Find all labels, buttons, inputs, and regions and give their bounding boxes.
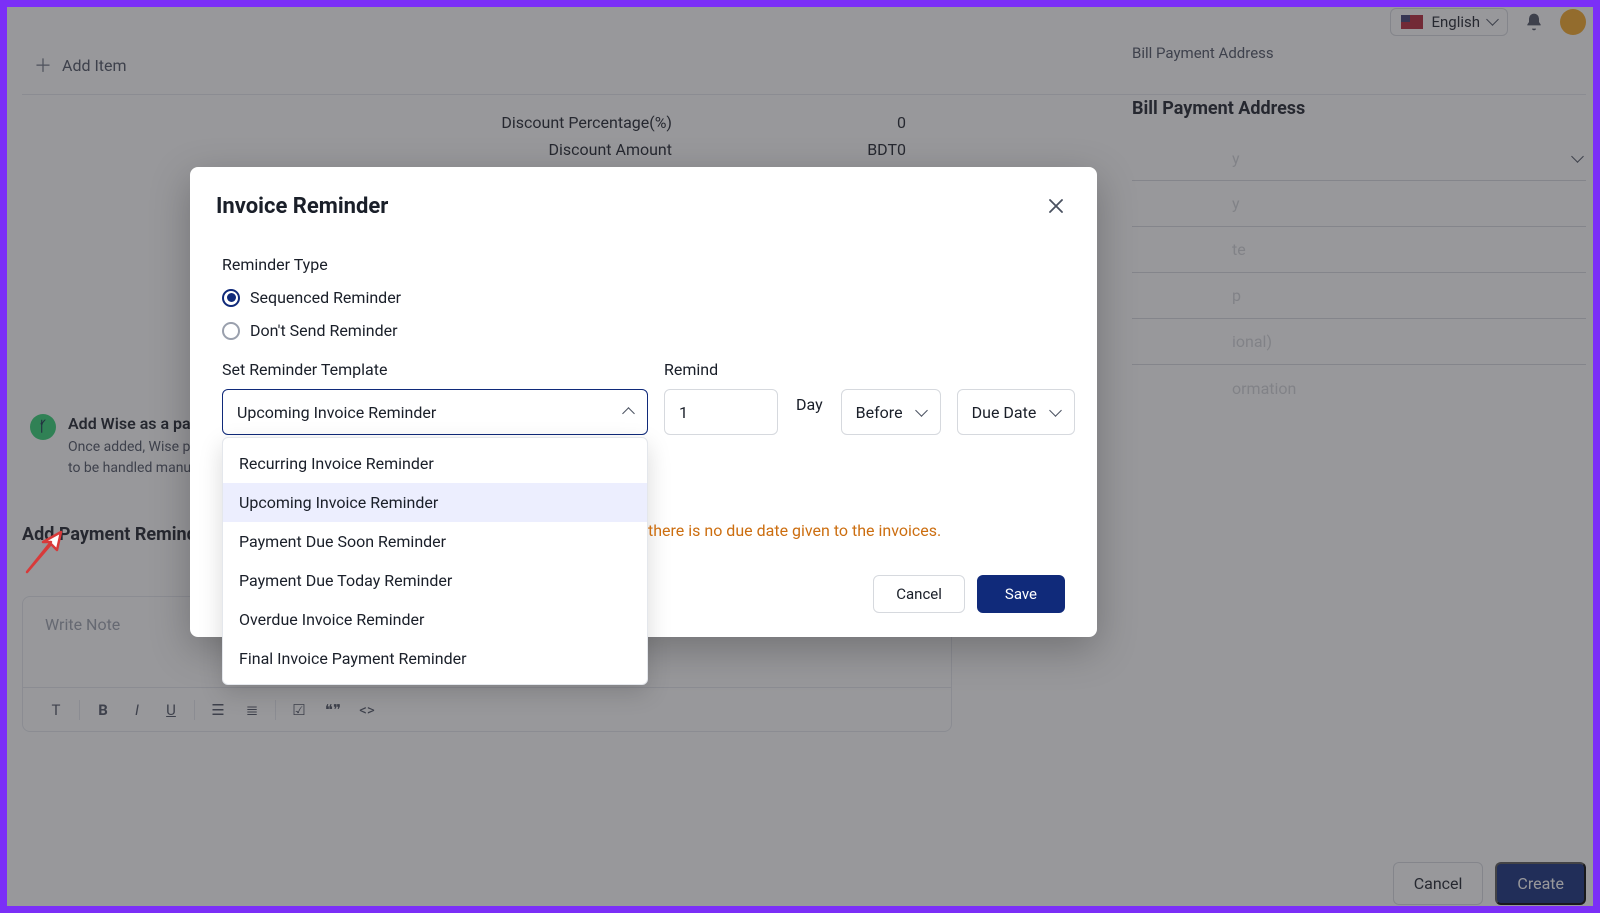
remind-days-input[interactable] <box>664 389 778 435</box>
radio-icon <box>222 322 240 340</box>
radio-sequenced-reminder[interactable]: Sequenced Reminder <box>222 288 1065 307</box>
warning-text-tail: there is no due date given to the invoic… <box>648 521 941 540</box>
close-icon <box>1049 199 1063 213</box>
reminder-template-dropdown: Recurring Invoice Reminder Upcoming Invo… <box>222 437 648 685</box>
dropdown-item[interactable]: Recurring Invoice Reminder <box>223 444 647 483</box>
radio-dont-send-reminder[interactable]: Don't Send Reminder <box>222 321 1065 340</box>
reminder-type-label: Reminder Type <box>222 255 1065 274</box>
radio-1-label: Sequenced Reminder <box>250 288 401 307</box>
radio-2-label: Don't Send Reminder <box>250 321 398 340</box>
set-template-label: Set Reminder Template <box>222 360 648 379</box>
day-label: Day <box>794 395 825 424</box>
radio-selected-icon <box>222 289 240 307</box>
before-after-value: Before <box>856 403 903 422</box>
chevron-up-icon <box>624 403 633 422</box>
reminder-template-select[interactable]: Upcoming Invoice Reminder <box>222 389 648 435</box>
dropdown-item[interactable]: Final Invoice Payment Reminder <box>223 639 647 678</box>
due-date-select[interactable]: Due Date <box>957 389 1075 435</box>
remind-label: Remind <box>664 360 778 379</box>
modal-title: Invoice Reminder <box>216 194 388 219</box>
dropdown-item[interactable]: Upcoming Invoice Reminder <box>223 483 647 522</box>
dropdown-item[interactable]: Overdue Invoice Reminder <box>223 600 647 639</box>
chevron-down-icon <box>1051 403 1060 422</box>
modal-save-button[interactable]: Save <box>977 575 1065 613</box>
dropdown-item[interactable]: Payment Due Today Reminder <box>223 561 647 600</box>
modal-cancel-button[interactable]: Cancel <box>873 575 965 613</box>
dropdown-item[interactable]: Payment Due Soon Reminder <box>223 522 647 561</box>
reminder-template-value: Upcoming Invoice Reminder <box>237 403 436 422</box>
invoice-reminder-modal: Invoice Reminder Reminder Type Sequenced… <box>190 167 1097 637</box>
annotation-cursor-icon <box>21 530 69 582</box>
due-date-value: Due Date <box>972 403 1037 422</box>
before-after-select[interactable]: Before <box>841 389 941 435</box>
close-button[interactable] <box>1041 191 1071 221</box>
chevron-down-icon <box>917 403 926 422</box>
